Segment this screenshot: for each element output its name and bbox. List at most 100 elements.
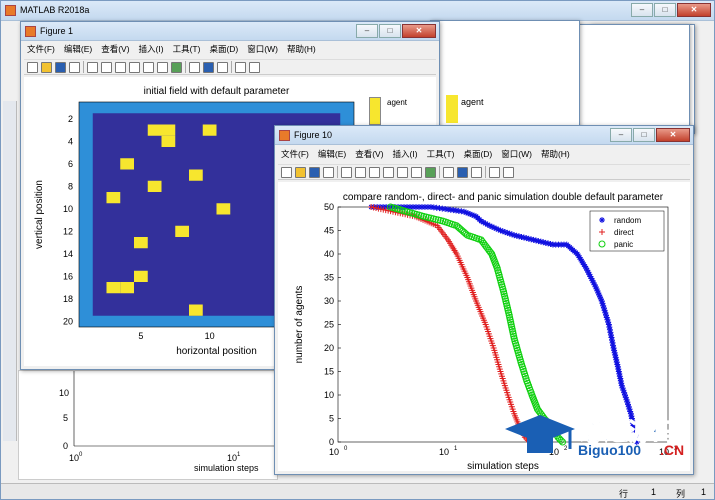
status-col: 1 [701, 487, 707, 497]
bg-xexp-1: 1 [237, 452, 241, 458]
zoom-out-icon[interactable] [369, 166, 380, 178]
watermark: 必过源码 Biguo100 .CN [500, 410, 700, 465]
ytick-label: 12 [63, 226, 73, 236]
select-arrow-icon[interactable] [87, 61, 98, 73]
menu-window[interactable]: 窗口(W) [501, 148, 532, 161]
rotate-icon[interactable] [143, 61, 154, 73]
link-icon[interactable] [189, 61, 200, 73]
f10-maximize-button[interactable]: □ [633, 128, 655, 142]
ytick-label: 14 [63, 249, 73, 259]
ytick-label: 16 [63, 271, 73, 281]
pan-hand-icon[interactable] [129, 61, 140, 73]
f10-minimize-button[interactable]: – [610, 128, 632, 142]
agent-cell [106, 192, 121, 204]
y-axis-label: vertical position [34, 180, 45, 249]
x-axis-label: horizontal position [176, 346, 257, 357]
menu-file[interactable]: 文件(F) [281, 148, 309, 161]
ytick-label: 15 [324, 367, 334, 377]
menu-desktop[interactable]: 桌面(D) [463, 148, 492, 161]
colorbar-icon[interactable] [457, 166, 468, 178]
figure10-title-bar: Figure 10 – □ ✕ [275, 126, 693, 145]
ytick-label: 10 [63, 204, 73, 214]
menu-window[interactable]: 窗口(W) [247, 43, 278, 56]
hide-tools-icon[interactable] [235, 61, 246, 73]
zoom-in-icon[interactable] [355, 166, 366, 178]
menu-insert[interactable]: 插入(I) [139, 43, 164, 56]
menu-edit[interactable]: 编辑(E) [318, 148, 346, 161]
ytick-label: 50 [324, 202, 334, 212]
legend-icon[interactable] [217, 61, 228, 73]
legend-icon[interactable] [471, 166, 482, 178]
print-icon[interactable] [323, 166, 334, 178]
dock-icon[interactable] [249, 61, 260, 73]
dock-icon[interactable] [503, 166, 514, 178]
main-title-bar: MATLAB R2018a – □ ✕ [1, 1, 714, 21]
select-arrow-icon[interactable] [341, 166, 352, 178]
matlab-logo-icon [5, 5, 16, 16]
agent-cell [175, 225, 189, 237]
agent-cell [120, 158, 134, 170]
agent-cell [189, 304, 203, 316]
menu-edit[interactable]: 编辑(E) [64, 43, 92, 56]
open-file-icon[interactable] [41, 61, 52, 73]
menu-help[interactable]: 帮助(H) [541, 148, 570, 161]
zoom-in-icon[interactable] [101, 61, 112, 73]
menu-tools[interactable]: 工具(T) [427, 148, 455, 161]
f10-close-button[interactable]: ✕ [656, 128, 690, 142]
ytick-label: 20 [63, 316, 73, 326]
brush-icon[interactable] [425, 166, 436, 178]
new-figure-icon[interactable] [281, 166, 292, 178]
hide-tools-icon[interactable] [489, 166, 500, 178]
legend-label-direct: direct [614, 228, 634, 237]
bg-legend-label: agent [461, 97, 484, 107]
close-button[interactable]: ✕ [677, 3, 711, 17]
f1-maximize-button[interactable]: □ [379, 24, 401, 38]
menu-help[interactable]: 帮助(H) [287, 43, 316, 56]
figure10-toolbar [278, 164, 690, 180]
legend-label-random: random [614, 216, 641, 225]
bg-xlabel: simulation steps [194, 463, 259, 473]
f1-minimize-button[interactable]: – [356, 24, 378, 38]
colorbar-icon[interactable] [203, 61, 214, 73]
menu-desktop[interactable]: 桌面(D) [209, 43, 238, 56]
agent-cell [202, 124, 217, 136]
figure10-menu: 文件(F) 编辑(E) 查看(V) 插入(I) 工具(T) 桌面(D) 窗口(W… [275, 148, 693, 161]
ytick-label: 45 [324, 226, 334, 236]
xtick-label: 10 [329, 447, 339, 457]
ytick-label: 20 [324, 343, 334, 353]
pan-hand-icon[interactable] [383, 166, 394, 178]
menu-file[interactable]: 文件(F) [27, 43, 55, 56]
figure-icon [25, 26, 36, 37]
link-icon[interactable] [443, 166, 454, 178]
new-figure-icon[interactable] [27, 61, 38, 73]
minimize-button[interactable]: – [631, 3, 653, 17]
open-file-icon[interactable] [295, 166, 306, 178]
save-icon[interactable] [55, 61, 66, 73]
menu-view[interactable]: 查看(V) [355, 148, 383, 161]
print-icon[interactable] [69, 61, 80, 73]
rotate-icon[interactable] [397, 166, 408, 178]
agent-cell [147, 180, 162, 192]
status-bar: 行 1 列 1 [1, 483, 714, 499]
ytick-label: 5 [329, 414, 334, 424]
agent-cell [189, 169, 203, 181]
status-col-label: 列 [676, 489, 686, 499]
xtick-label: 10 [439, 447, 449, 457]
agent-cell [106, 282, 121, 294]
menu-view[interactable]: 查看(V) [101, 43, 129, 56]
zoom-out-icon[interactable] [115, 61, 126, 73]
f1-legend-swatch [369, 97, 381, 125]
menu-insert[interactable]: 插入(I) [393, 148, 418, 161]
figure1-toolbar [24, 59, 436, 75]
brush-icon[interactable] [171, 61, 182, 73]
ytick-label: 8 [68, 181, 73, 191]
save-icon[interactable] [309, 166, 320, 178]
f1-close-button[interactable]: ✕ [402, 24, 436, 38]
data-cursor-icon[interactable] [411, 166, 422, 178]
menu-tools[interactable]: 工具(T) [173, 43, 201, 56]
data-cursor-icon[interactable] [157, 61, 168, 73]
graduation-cap-icon [505, 415, 575, 457]
figure1-title-bar: Figure 1 – □ ✕ [21, 22, 439, 41]
bg-figure-window-1[interactable]: agent [430, 20, 580, 135]
maximize-button[interactable]: □ [654, 3, 676, 17]
